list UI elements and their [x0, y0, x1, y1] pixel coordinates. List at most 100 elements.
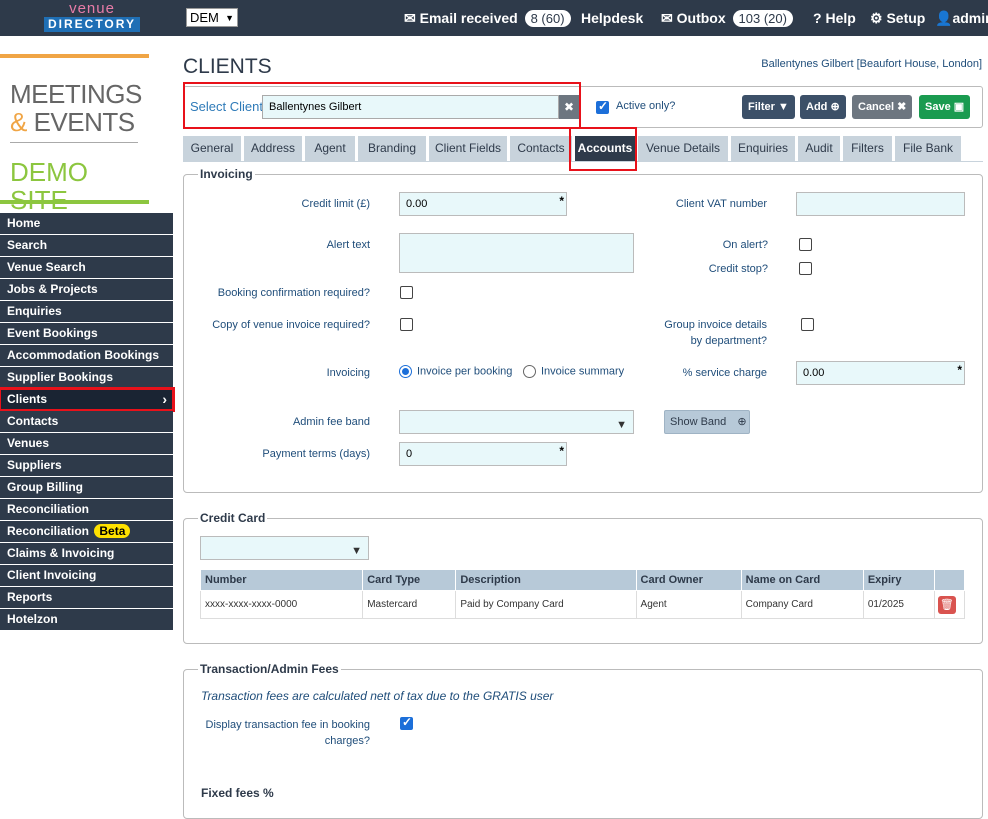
tab-filters[interactable]: Filters — [843, 136, 892, 161]
site-select[interactable]: DEM ▼ — [186, 8, 238, 27]
outbox-link[interactable]: ✉ Outbox 103 (20) — [661, 10, 793, 27]
active-only-checkbox[interactable] — [596, 99, 609, 114]
tab-enquiries[interactable]: Enquiries — [731, 136, 795, 161]
column-header-number[interactable]: Number — [199, 569, 364, 591]
sidebar-item-accommodation-bookings[interactable]: Accommodation Bookings — [0, 345, 173, 366]
sidebar-item-label: Venue Search — [7, 260, 86, 274]
admin-user-link[interactable]: 👤admin — [935, 10, 988, 27]
sidebar-item-label: Reconciliation — [7, 524, 90, 538]
display-transaction-fee-checkbox[interactable] — [400, 715, 413, 730]
display-fee-label-line2: charges? — [324, 735, 370, 747]
group-invoice-checkbox[interactable] — [801, 318, 814, 331]
credit-stop-label: Credit stop? — [708, 263, 768, 275]
admin-fee-band-select[interactable]: ▼ — [399, 410, 634, 434]
save-button[interactable]: Save ▣ — [919, 95, 971, 119]
help-link[interactable]: ? Help — [813, 10, 856, 26]
table-header-row: Number Card Type Description Card Owner … — [199, 569, 966, 591]
brand-line-meetings: MEETINGS — [10, 79, 142, 109]
sidebar-item-label: Accommodation Bookings — [7, 348, 160, 362]
clear-client-button[interactable]: ✖ — [559, 95, 579, 119]
on-alert-checkbox[interactable] — [799, 238, 812, 251]
service-charge-value: 0.00 — [803, 367, 825, 379]
required-asterisk: * — [559, 194, 564, 208]
credit-stop-checkbox[interactable] — [799, 262, 812, 275]
column-header-name-on-card[interactable]: Name on Card — [740, 569, 864, 591]
filter-button[interactable]: Filter ▼ — [742, 95, 795, 119]
sidebar-item-group-billing[interactable]: Group Billing — [0, 477, 173, 498]
show-band-button[interactable]: Show Band ⊕ — [664, 410, 750, 434]
copy-venue-invoice-label: Copy of venue invoice required? — [212, 319, 370, 331]
sidebar-item-label: Jobs & Projects — [7, 282, 98, 296]
credit-card-table: Number Card Type Description Card Owner … — [199, 569, 966, 619]
table-row[interactable]: xxxx-xxxx-xxxx-0000 Mastercard Paid by C… — [199, 590, 966, 619]
sidebar-item-home[interactable]: Home — [0, 213, 173, 234]
tab-address[interactable]: Address — [244, 136, 302, 161]
sidebar-item-event-bookings[interactable]: Event Bookings — [0, 323, 173, 344]
client-toolbar: Select Client Ballentynes Gilbert ✖ Acti… — [183, 82, 983, 129]
sidebar-item-suppliers[interactable]: Suppliers — [0, 455, 173, 476]
tab-audit[interactable]: Audit — [798, 136, 840, 161]
current-client-info[interactable]: Ballentynes Gilbert [Beaufort House, Lon… — [761, 58, 982, 70]
sidebar-item-enquiries[interactable]: Enquiries — [0, 301, 173, 322]
group-invoice-label: Group invoice details by department? — [584, 317, 767, 349]
on-alert-label: On alert? — [722, 239, 768, 251]
client-select-input[interactable]: Ballentynes Gilbert — [262, 95, 559, 119]
sidebar-item-venues[interactable]: Venues — [0, 433, 173, 454]
sidebar-item-label: Enquiries — [7, 304, 62, 318]
close-icon: ✖ — [563, 100, 575, 114]
sidebar-item-reports[interactable]: Reports — [0, 587, 173, 608]
sidebar-item-reconciliation[interactable]: Reconciliation — [0, 499, 173, 520]
column-header-card-type[interactable]: Card Type — [362, 569, 457, 591]
trash-icon[interactable]: 🗑 — [937, 595, 956, 614]
column-header-expiry[interactable]: Expiry — [862, 569, 935, 591]
brand-events-text: EVENTS — [33, 107, 136, 137]
logo-text-bottom: DIRECTORY — [44, 17, 140, 32]
sidebar-item-label: Contacts — [7, 414, 59, 428]
outbox-count-badge: 103 (20) — [732, 10, 793, 27]
sidebar-item-claims-invoicing[interactable]: Claims & Invoicing — [0, 543, 173, 564]
setup-link[interactable]: ⚙ Setup — [870, 10, 925, 27]
helpdesk-link[interactable]: Helpdesk — [581, 10, 643, 26]
sidebar-item-supplier-bookings[interactable]: Supplier Bookings — [0, 367, 173, 388]
invoice-per-booking-label: Invoice per booking — [417, 365, 513, 378]
invoice-per-booking-radio[interactable] — [399, 365, 412, 378]
tab-venue-details[interactable]: Venue Details — [638, 136, 728, 161]
payment-terms-value: 0 — [406, 448, 413, 460]
tab-contacts[interactable]: Contacts — [510, 136, 572, 161]
question-circle-icon: ? — [813, 10, 822, 26]
venue-directory-logo[interactable]: venue DIRECTORY — [44, 1, 140, 33]
tab-agent[interactable]: Agent — [305, 136, 355, 161]
sidebar-item-label: Reconciliation — [7, 502, 90, 516]
sidebar-item-search[interactable]: Search — [0, 235, 173, 256]
add-button[interactable]: Add ⊕ — [800, 95, 846, 119]
invoice-summary-radio[interactable] — [523, 365, 536, 378]
sidebar-item-client-invoicing[interactable]: Client Invoicing — [0, 565, 173, 586]
setup-label: Setup — [886, 10, 926, 26]
gear-icon: ⚙ — [870, 10, 883, 26]
credit-card-select[interactable]: ▼ — [200, 536, 369, 560]
tab-branding[interactable]: Branding — [358, 136, 426, 161]
credit-limit-input[interactable]: 0.00 * — [399, 192, 567, 216]
sidebar-item-jobs-projects[interactable]: Jobs & Projects — [0, 279, 173, 300]
tab-general[interactable]: General — [183, 136, 241, 161]
tab-client-fields[interactable]: Client Fields — [429, 136, 507, 161]
copy-venue-invoice-checkbox[interactable] — [400, 318, 413, 331]
payment-terms-input[interactable]: 0 * — [399, 442, 567, 466]
sidebar-item-venue-search[interactable]: Venue Search — [0, 257, 173, 278]
invoice-per-booking-option[interactable]: Invoice per booking — [399, 365, 512, 378]
email-received-link[interactable]: ✉ Email received 8 (60) — [404, 10, 571, 27]
payment-terms-label: Payment terms (days) — [262, 448, 370, 460]
email-received-label: Email received — [419, 10, 518, 26]
booking-confirmation-checkbox[interactable] — [400, 286, 413, 299]
cancel-button[interactable]: Cancel ✖ — [852, 95, 913, 119]
sidebar-item-contacts[interactable]: Contacts — [0, 411, 173, 432]
sidebar-item-reconciliation-beta[interactable]: Reconciliation Beta — [0, 521, 173, 542]
column-header-card-owner[interactable]: Card Owner — [635, 569, 742, 591]
service-charge-input[interactable]: 0.00 * — [796, 361, 965, 385]
booking-confirmation-label: Booking confirmation required? — [217, 287, 370, 299]
vat-number-input[interactable] — [796, 192, 965, 216]
sidebar-item-clients[interactable]: Clients › — [0, 387, 175, 412]
column-header-description[interactable]: Description — [455, 569, 637, 591]
sidebar-item-hotelzon[interactable]: Hotelzon — [0, 609, 173, 630]
tab-file-bank[interactable]: File Bank — [895, 136, 961, 161]
